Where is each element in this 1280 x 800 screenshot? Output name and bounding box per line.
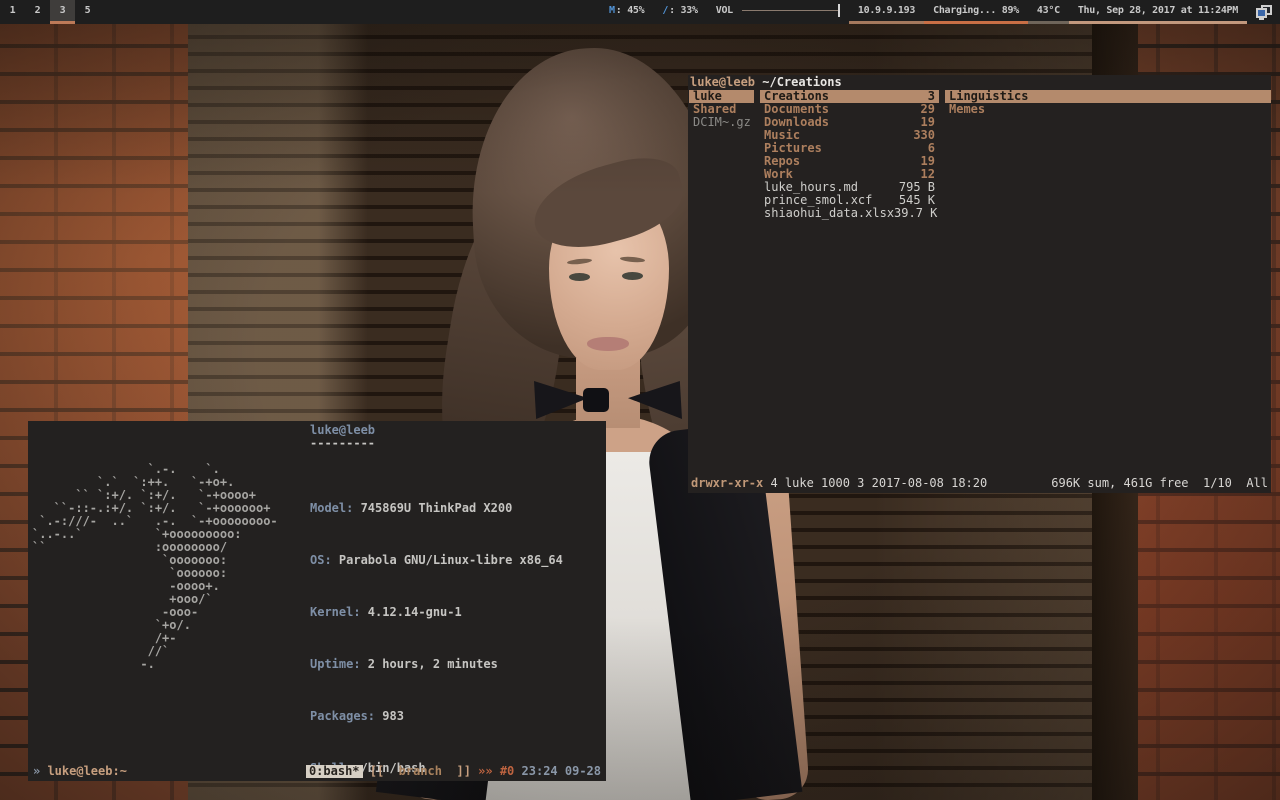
entry-name: Memes (949, 103, 985, 116)
brightness-value: : 33% (669, 5, 698, 16)
ranger-title-bar: luke@leeb ~/Creations (688, 75, 1271, 90)
file-permissions: drwxr-xr-x (691, 477, 763, 491)
temperature-value: 43°C (1037, 5, 1060, 16)
ranger-parent-column: luke Shared DCIM~.gz (689, 90, 754, 220)
tmux-arrows: »» (478, 765, 500, 778)
tmux-date: 09-28 (565, 765, 601, 778)
workspace-tag[interactable]: 5 (75, 0, 100, 24)
ranger-preview-entry[interactable]: Memes (945, 103, 1271, 116)
tmux-left-arrow: » (33, 765, 47, 778)
workspace-tags: 1 2 3 5 (0, 0, 100, 24)
clock-module: Thu, Sep 28, 2017 at 11:24PM (1069, 0, 1247, 24)
ranger-status-bar: drwxr-xr-x 4 luke 1000 3 2017-08-08 18:2… (691, 477, 1268, 491)
status-bar: 1 2 3 5 M: 45% /: 33% (0, 0, 1280, 24)
figure-lips (587, 337, 629, 351)
system-info-row: Model: 745869U ThinkPad X200 (310, 502, 577, 515)
figure-eye-right (622, 272, 643, 280)
ascii-logo-line: -. (32, 658, 310, 671)
info-label: Kernel: (310, 605, 361, 619)
workspace-label: 3 (60, 5, 66, 16)
ranger-main-column: Creations3 Documents29 Downloads19 Music… (760, 90, 939, 220)
tmux-session-host: luke@leeb:~ (47, 765, 126, 778)
ranger-columns: luke Shared DCIM~.gz Creations3 Document… (688, 90, 1271, 220)
workspace-label: 5 (85, 5, 91, 16)
mail-icon: M (609, 5, 615, 16)
fetch-underline: --------- (310, 436, 375, 450)
tmux-flags-close: ]] (442, 765, 478, 778)
tmux-git-branch: branch (399, 765, 442, 778)
disk-usage-summary: 696K sum, 461G free 1/10 All (1051, 477, 1268, 491)
workspace-tag[interactable]: 2 (25, 0, 50, 24)
workspace-tag[interactable]: 3 (50, 0, 75, 24)
volume-slider[interactable] (742, 10, 840, 11)
status-modules: M: 45% /: 33% VOL 10.9.9.193 Charging...… (600, 0, 1280, 24)
fetch-title: luke@leeb (310, 423, 375, 437)
info-label: Uptime: (310, 657, 361, 671)
ranger-preview-column: Linguistics Memes (945, 90, 1271, 220)
ranger-file-entry[interactable]: shiaohui_data.xlsx39.7 K (760, 207, 939, 220)
tmux-flags-open: [[ (363, 765, 399, 778)
ranger-preview-entry[interactable]: Linguistics (945, 90, 1271, 103)
ip-address: 10.9.9.193 (858, 5, 915, 16)
info-value: 2 hours, 2 minutes (361, 657, 498, 671)
ranger-parent-entry[interactable]: DCIM~.gz (689, 116, 754, 129)
system-info: luke@leeb --------- Model: 745869U Think… (310, 424, 577, 781)
system-tray (1247, 0, 1280, 24)
info-value: 983 (375, 709, 404, 723)
figure-eye-left (569, 273, 590, 281)
tmux-clock: 23:24 (522, 765, 565, 778)
workspace-label: 1 (10, 5, 16, 16)
entry-size: 39.7 K (894, 207, 937, 220)
system-info-row: Packages: 983 (310, 710, 577, 723)
desktop: 1 2 3 5 M: 45% /: 33% (0, 0, 1280, 800)
temperature-module: 43°C (1028, 0, 1069, 24)
battery-module: Charging... 89% (924, 0, 1028, 24)
info-label: OS: (310, 553, 332, 567)
volume-module: VOL (707, 0, 849, 24)
system-info-row: Kernel: 4.12.14-gnu-1 (310, 606, 577, 619)
mail-module: M: 45% (600, 0, 653, 24)
battery-status: Charging... 89% (933, 5, 1019, 16)
terminal-window[interactable]: `.-. `. `.` `:++. `-+o+. `` `:+/. `:+/. … (28, 421, 606, 781)
ascii-logo: `.-. `. `.` `:++. `-+o+. `` `:+/. `:+/. … (32, 424, 310, 781)
info-label: Model: (310, 501, 353, 515)
pen-icon: / (662, 5, 668, 16)
figure-bowtie-knot (583, 388, 609, 412)
workspace-label: 2 (35, 5, 41, 16)
info-value: Parabola GNU/Linux-libre x86_64 (332, 553, 563, 567)
system-info-row: OS: Parabola GNU/Linux-libre x86_64 (310, 554, 577, 567)
info-value: 4.12.14-gnu-1 (361, 605, 462, 619)
display-icon[interactable] (1254, 4, 1273, 21)
info-value: 745869U ThinkPad X200 (353, 501, 512, 515)
tmux-right-section: 0:bash* [[ branch ]] »» #0 23:24 09-28 (306, 765, 601, 778)
volume-label: VOL (716, 5, 733, 16)
info-label: Packages: (310, 709, 375, 723)
ranger-user-host: luke@leeb (690, 75, 762, 89)
ip-module: 10.9.9.193 (849, 0, 924, 24)
volume-slider-handle[interactable] (838, 4, 840, 17)
datetime-value: Thu, Sep 28, 2017 at 11:24PM (1078, 5, 1238, 16)
tmux-window-tab[interactable]: 0:bash* (306, 765, 363, 778)
brightness-module: /: 33% (653, 0, 706, 24)
ranger-current-path: ~/Creations (762, 75, 841, 89)
neofetch-output: `.-. `. `.` `:++. `-+o+. `` `:+/. `:+/. … (28, 421, 606, 781)
entry-name: DCIM~.gz (693, 116, 751, 129)
file-owner-date: 4 luke 1000 3 2017-08-08 18:20 (763, 477, 987, 491)
entry-name: shiaohui_data.xlsx (764, 207, 894, 220)
system-info-row: Uptime: 2 hours, 2 minutes (310, 658, 577, 671)
ranger-window[interactable]: luke@leeb ~/Creations luke Shared DCIM~.… (688, 75, 1271, 493)
mail-value: : 45% (616, 5, 645, 16)
tmux-pane-index: #0 (500, 765, 522, 778)
workspace-tag[interactable]: 1 (0, 0, 25, 24)
tmux-status-bar: » luke@leeb:~ 0:bash* [[ branch ]] »» #0… (28, 763, 606, 779)
